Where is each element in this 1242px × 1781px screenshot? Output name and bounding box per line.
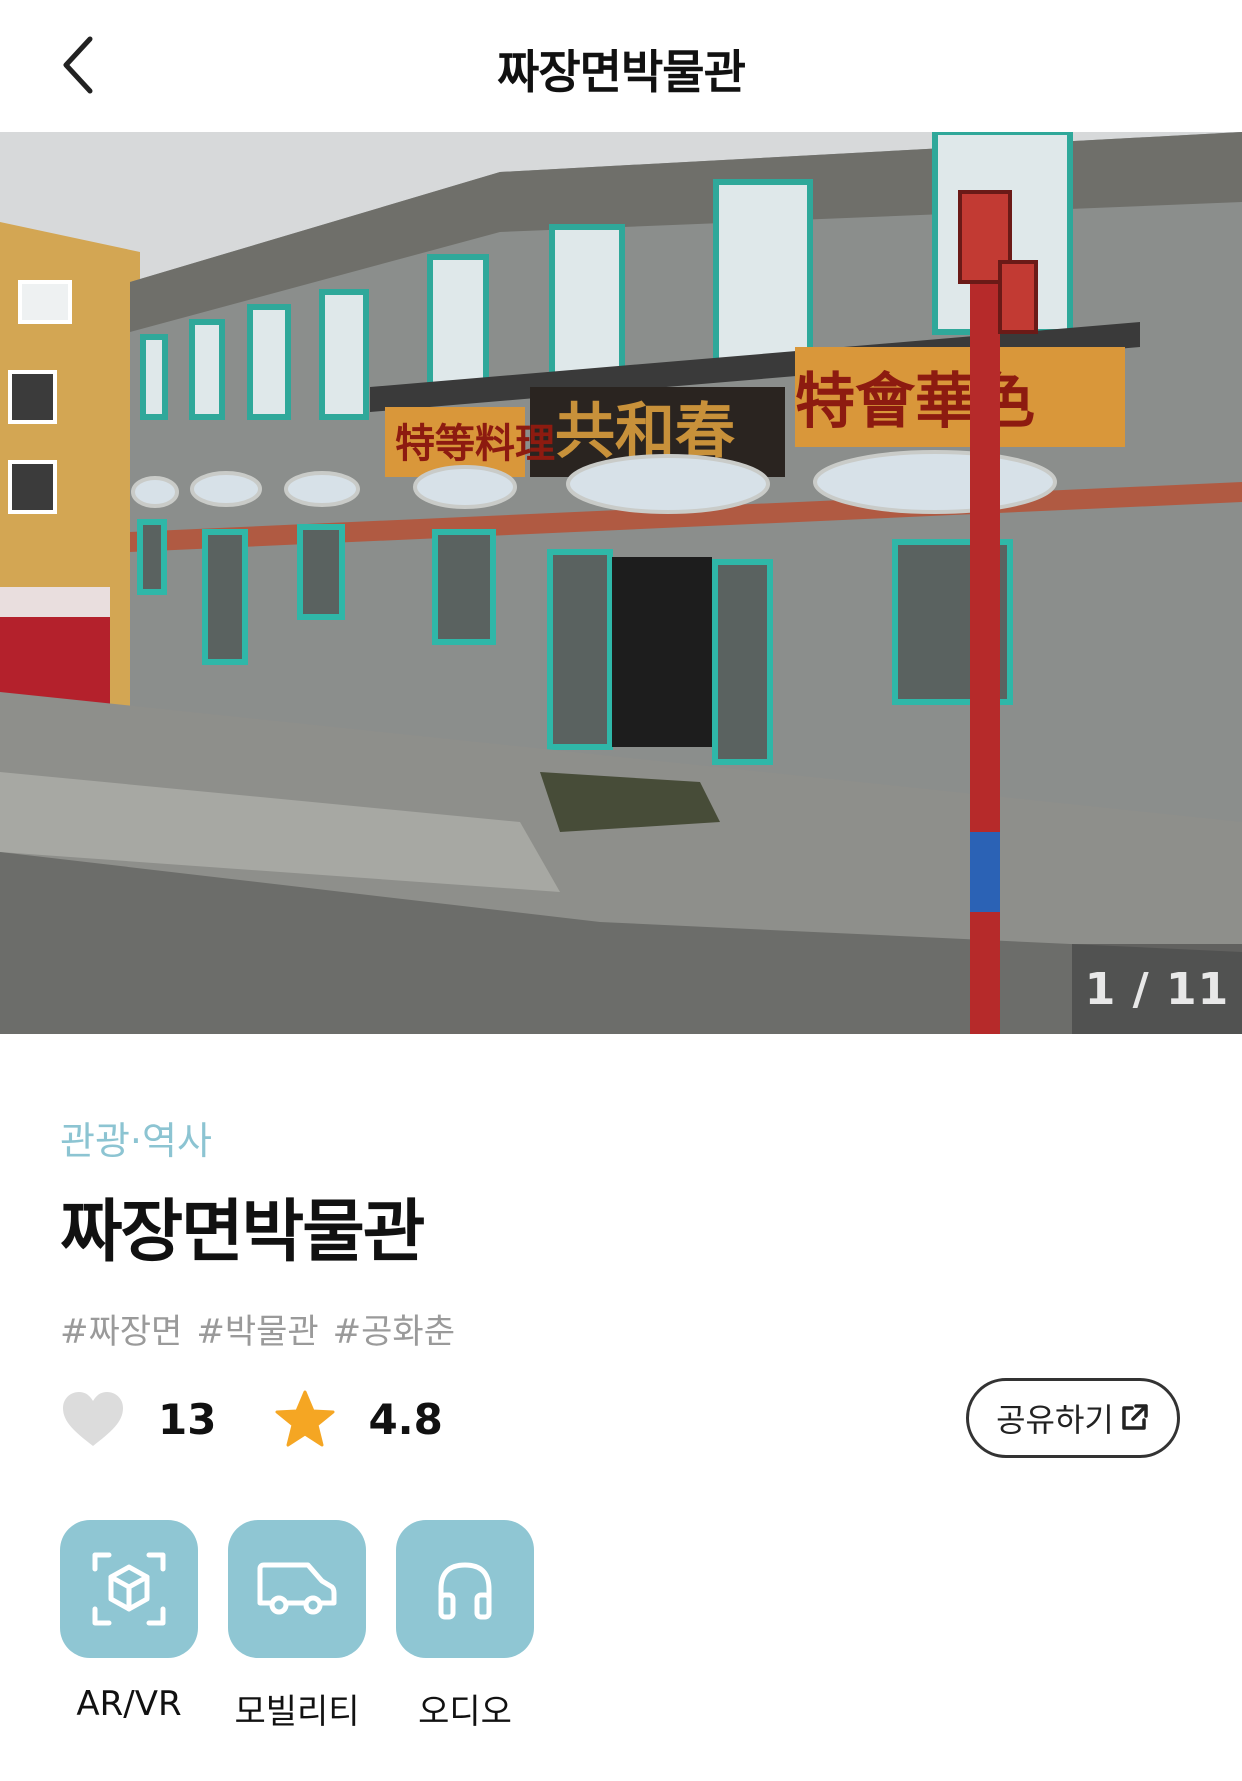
museum-photo: 特等料理 特會華色 共和春 [0, 132, 1242, 1034]
page-title: 짜장면박물관 [497, 45, 746, 99]
gallery-counter: 1 / 11 [1072, 944, 1242, 1034]
feature-label: 오디오 [418, 1692, 512, 1732]
headphones-icon [438, 1562, 492, 1620]
stats-row: 13 4.8 [60, 1386, 443, 1452]
hashtag[interactable]: #박물관 [196, 1304, 318, 1353]
place-title: 짜장면박물관 [60, 1193, 425, 1272]
feature-tile[interactable] [396, 1520, 534, 1658]
feature-mobility[interactable]: 모빌리티 [228, 1520, 366, 1733]
share-button[interactable]: 공유하기 [966, 1378, 1180, 1458]
photo-gallery[interactable]: 特等料理 特會華色 共和春 1 / 11 [0, 132, 1242, 1034]
feature-audio[interactable]: 오디오 [396, 1520, 534, 1733]
category-label: 관광·역사 [60, 1119, 212, 1163]
like-count: 13 [158, 1394, 217, 1444]
feature-tile[interactable] [228, 1520, 366, 1658]
svg-text:特等料理: 特等料理 [395, 420, 555, 467]
like-button[interactable] [60, 1386, 126, 1452]
hashtag[interactable]: #짜장면 [60, 1304, 182, 1353]
hashtag-list: #짜장면 #박물관 #공화춘 [60, 1304, 455, 1353]
feature-tile[interactable] [60, 1520, 198, 1658]
rating-value: 4.8 [368, 1394, 443, 1444]
feature-list: AR/VR 모빌리티 오디오 [60, 1520, 534, 1733]
feature-label: 모빌리티 [234, 1692, 360, 1732]
star-icon [275, 1390, 335, 1447]
feature-label: AR/VR [76, 1684, 182, 1724]
rating-star [274, 1388, 336, 1450]
ar-cube-icon [92, 1552, 166, 1626]
hashtag[interactable]: #공화춘 [333, 1304, 455, 1353]
van-icon [257, 1562, 337, 1615]
share-label: 공유하기 [996, 1401, 1114, 1439]
feature-arvr[interactable]: AR/VR [60, 1520, 198, 1733]
top-bar: 짜장면박물관 [0, 0, 1242, 132]
external-link-icon [1122, 1404, 1148, 1430]
heart-icon [63, 1392, 123, 1446]
